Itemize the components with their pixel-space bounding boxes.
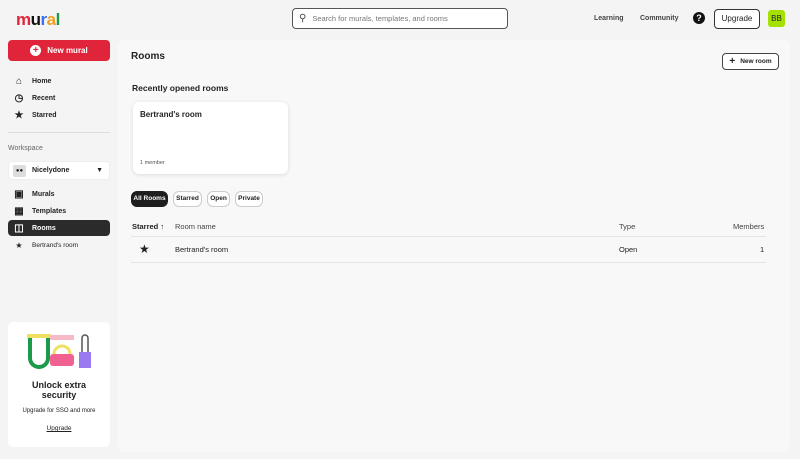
filter-all-rooms[interactable]: All Rooms (131, 191, 168, 207)
community-link[interactable]: Community (640, 15, 679, 22)
upgrade-promo-card: Unlock extra security Upgrade for SSO an… (8, 322, 110, 447)
filter-private[interactable]: Private (235, 191, 263, 207)
room-type: Open (619, 245, 638, 254)
promo-title: Unlock extra security (31, 380, 87, 400)
mural-logo[interactable]: mural (16, 10, 60, 30)
promo-subtitle: Upgrade for SSO and more (22, 408, 96, 414)
column-room-name[interactable]: Room name (175, 222, 216, 231)
room-card[interactable]: Bertrand's room 1 member (133, 102, 288, 174)
room-name: Bertrand's room (175, 245, 229, 254)
sidebar-item-recent[interactable]: ◷ Recent (8, 90, 110, 106)
sidebar-item-murals[interactable]: ▣ Murals (8, 186, 110, 202)
room-members: 1 (760, 245, 765, 254)
filter-open[interactable]: Open (207, 191, 230, 207)
workspace-selector[interactable]: ●● Nicelydone ▼ (8, 161, 110, 180)
room-card-members: 1 member (140, 160, 165, 166)
new-room-button[interactable]: + New room (722, 53, 779, 70)
search-icon: ⚲ (299, 13, 307, 24)
column-starred[interactable]: Starred ↑ (132, 222, 164, 231)
star-icon[interactable]: ★ (139, 242, 150, 256)
filter-starred[interactable]: Starred (173, 191, 202, 207)
chevron-down-icon: ▼ (96, 167, 103, 174)
star-icon: ★ (14, 109, 24, 121)
plus-icon: + (729, 56, 736, 67)
templates-icon: ▦ (14, 205, 24, 217)
table-row[interactable]: ★ Bertrand's room Open 1 (131, 237, 766, 262)
mural-icon: ▣ (14, 188, 24, 200)
recent-heading: Recently opened rooms (132, 83, 229, 93)
door-icon: ◫ (14, 222, 24, 234)
avatar[interactable]: BB (768, 10, 785, 27)
new-mural-button[interactable]: + New mural (8, 40, 110, 61)
room-card-title: Bertrand's room (140, 110, 202, 119)
plus-icon: + (30, 45, 42, 56)
promo-upgrade-link[interactable]: Upgrade (8, 425, 110, 432)
column-type[interactable]: Type (619, 222, 635, 231)
clock-icon: ◷ (14, 92, 24, 104)
sidebar-item-rooms[interactable]: ◫ Rooms (8, 220, 110, 236)
arrow-up-icon: ↑ (160, 222, 165, 231)
help-icon[interactable]: ? (693, 12, 705, 24)
people-icon: ●● (13, 164, 26, 177)
column-members[interactable]: Members (733, 222, 764, 231)
upgrade-button[interactable]: Upgrade (714, 9, 760, 29)
sidebar-starred-room[interactable]: ★ Bertrand's room (8, 237, 110, 253)
sidebar-item-home[interactable]: ⌂ Home (8, 73, 110, 89)
home-icon: ⌂ (15, 75, 23, 87)
learning-link[interactable]: Learning (594, 15, 624, 22)
sidebar-item-templates[interactable]: ▦ Templates (8, 203, 110, 219)
sidebar-item-starred[interactable]: ★ Starred (8, 107, 110, 123)
page-title: Rooms (131, 51, 165, 62)
search-input[interactable]: ⚲ Search for murals, templates, and rooms (292, 8, 508, 29)
divider (131, 262, 766, 263)
divider (8, 132, 110, 133)
locks-illustration (27, 334, 91, 369)
workspace-label: Workspace (8, 145, 43, 152)
star-icon: ★ (15, 240, 23, 250)
